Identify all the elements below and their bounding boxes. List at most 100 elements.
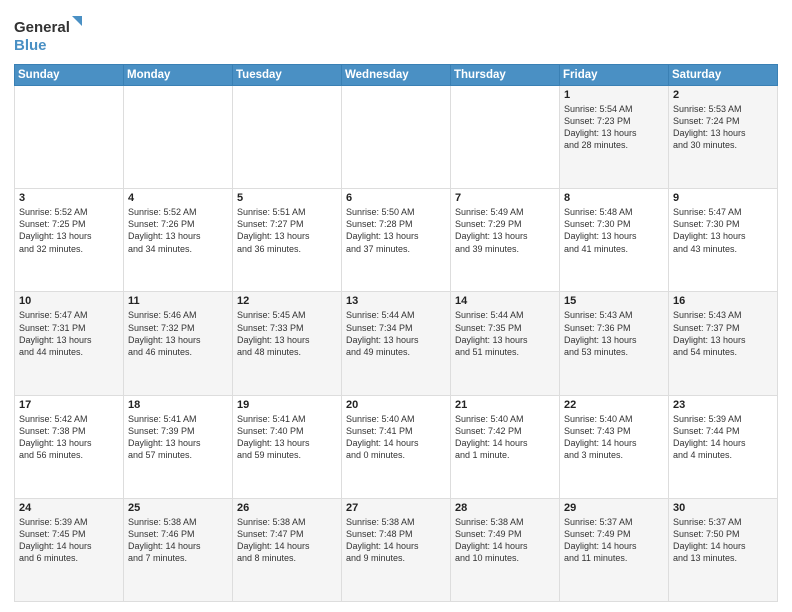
calendar-week-5: 24Sunrise: 5:39 AM Sunset: 7:45 PM Dayli… (15, 498, 778, 601)
day-number: 3 (19, 192, 119, 204)
calendar-cell: 12 Sunrise: 5:45 AM Sunset: 7:33 PM Dayli… (233, 292, 342, 395)
day-detail: Sunrise: 5:49 AM Sunset: 7:29 PM Dayligh… (455, 206, 555, 255)
day-detail: Sunrise: 5:44 AM Sunset: 7:35 PM Dayligh… (455, 309, 555, 358)
svg-text:General: General (14, 19, 70, 36)
logo-svg: General Blue (14, 14, 84, 58)
calendar-cell: 5 Sunrise: 5:51 AM Sunset: 7:27 PM Daylig… (233, 189, 342, 292)
calendar-cell: 11 Sunrise: 5:46 AM Sunset: 7:32 PM Dayli… (124, 292, 233, 395)
day-detail: Sunrise: 5:43 AM Sunset: 7:36 PM Dayligh… (564, 309, 664, 358)
day-detail: Sunrise: 5:41 AM Sunset: 7:40 PM Dayligh… (237, 413, 337, 462)
day-detail: Sunrise: 5:50 AM Sunset: 7:28 PM Dayligh… (346, 206, 446, 255)
day-number: 5 (237, 192, 337, 204)
day-number: 10 (19, 295, 119, 307)
calendar-cell: 21 Sunrise: 5:40 AM Sunset: 7:42 PM Dayli… (451, 395, 560, 498)
day-number: 13 (346, 295, 446, 307)
day-number: 20 (346, 399, 446, 411)
day-detail: Sunrise: 5:38 AM Sunset: 7:48 PM Dayligh… (346, 516, 446, 565)
calendar-cell: 2 Sunrise: 5:53 AM Sunset: 7:24 PM Daylig… (669, 86, 778, 189)
day-detail: Sunrise: 5:46 AM Sunset: 7:32 PM Dayligh… (128, 309, 228, 358)
calendar-cell: 25 Sunrise: 5:38 AM Sunset: 7:46 PM Dayli… (124, 498, 233, 601)
day-header-sunday: Sunday (15, 65, 124, 86)
calendar-cell: 23Sunrise: 5:39 AM Sunset: 7:44 PM Dayli… (669, 395, 778, 498)
day-number: 6 (346, 192, 446, 204)
calendar-cell: 15 Sunrise: 5:43 AM Sunset: 7:36 PM Dayli… (560, 292, 669, 395)
day-detail: Sunrise: 5:40 AM Sunset: 7:41 PM Dayligh… (346, 413, 446, 462)
day-number: 19 (237, 399, 337, 411)
calendar-cell: 10 Sunrise: 5:47 AM Sunset: 7:31 PM Dayli… (15, 292, 124, 395)
day-header-friday: Friday (560, 65, 669, 86)
day-detail: Sunrise: 5:47 AM Sunset: 7:30 PM Dayligh… (673, 206, 773, 255)
calendar-cell: 29 Sunrise: 5:37 AM Sunset: 7:49 PM Dayli… (560, 498, 669, 601)
calendar-cell: 28 Sunrise: 5:38 AM Sunset: 7:49 PM Dayli… (451, 498, 560, 601)
day-number: 21 (455, 399, 555, 411)
day-number: 26 (237, 502, 337, 514)
day-number: 23 (673, 399, 773, 411)
day-detail: Sunrise: 5:54 AM Sunset: 7:23 PM Dayligh… (564, 103, 664, 152)
day-number: 9 (673, 192, 773, 204)
calendar-cell: 30Sunrise: 5:37 AM Sunset: 7:50 PM Dayli… (669, 498, 778, 601)
day-detail: Sunrise: 5:42 AM Sunset: 7:38 PM Dayligh… (19, 413, 119, 462)
calendar-cell: 17 Sunrise: 5:42 AM Sunset: 7:38 PM Dayli… (15, 395, 124, 498)
calendar-week-2: 3 Sunrise: 5:52 AM Sunset: 7:25 PM Daylig… (15, 189, 778, 292)
day-detail: Sunrise: 5:40 AM Sunset: 7:42 PM Dayligh… (455, 413, 555, 462)
day-number: 15 (564, 295, 664, 307)
calendar-week-3: 10 Sunrise: 5:47 AM Sunset: 7:31 PM Dayli… (15, 292, 778, 395)
calendar-table: SundayMondayTuesdayWednesdayThursdayFrid… (14, 64, 778, 602)
day-number: 25 (128, 502, 228, 514)
day-header-thursday: Thursday (451, 65, 560, 86)
calendar-cell: 19 Sunrise: 5:41 AM Sunset: 7:40 PM Dayli… (233, 395, 342, 498)
day-number: 29 (564, 502, 664, 514)
page-header: General Blue (14, 10, 778, 58)
calendar-cell: 14 Sunrise: 5:44 AM Sunset: 7:35 PM Dayli… (451, 292, 560, 395)
day-detail: Sunrise: 5:52 AM Sunset: 7:26 PM Dayligh… (128, 206, 228, 255)
day-header-tuesday: Tuesday (233, 65, 342, 86)
day-detail: Sunrise: 5:43 AM Sunset: 7:37 PM Dayligh… (673, 309, 773, 358)
calendar-cell: 1Sunrise: 5:54 AM Sunset: 7:23 PM Daylig… (560, 86, 669, 189)
calendar-cell: 9 Sunrise: 5:47 AM Sunset: 7:30 PM Daylig… (669, 189, 778, 292)
calendar-cell: 7 Sunrise: 5:49 AM Sunset: 7:29 PM Daylig… (451, 189, 560, 292)
calendar-cell (124, 86, 233, 189)
day-detail: Sunrise: 5:41 AM Sunset: 7:39 PM Dayligh… (128, 413, 228, 462)
day-detail: Sunrise: 5:40 AM Sunset: 7:43 PM Dayligh… (564, 413, 664, 462)
day-number: 22 (564, 399, 664, 411)
day-detail: Sunrise: 5:51 AM Sunset: 7:27 PM Dayligh… (237, 206, 337, 255)
logo: General Blue (14, 14, 84, 58)
day-number: 8 (564, 192, 664, 204)
svg-text:Blue: Blue (14, 37, 47, 54)
day-number: 2 (673, 89, 773, 101)
calendar-cell (451, 86, 560, 189)
calendar-cell: 27 Sunrise: 5:38 AM Sunset: 7:48 PM Dayli… (342, 498, 451, 601)
day-detail: Sunrise: 5:38 AM Sunset: 7:49 PM Dayligh… (455, 516, 555, 565)
calendar-cell: 18Sunrise: 5:41 AM Sunset: 7:39 PM Dayli… (124, 395, 233, 498)
calendar-cell: 16Sunrise: 5:43 AM Sunset: 7:37 PM Dayli… (669, 292, 778, 395)
day-header-wednesday: Wednesday (342, 65, 451, 86)
day-detail: Sunrise: 5:48 AM Sunset: 7:30 PM Dayligh… (564, 206, 664, 255)
day-number: 17 (19, 399, 119, 411)
day-detail: Sunrise: 5:37 AM Sunset: 7:49 PM Dayligh… (564, 516, 664, 565)
calendar-header-row: SundayMondayTuesdayWednesdayThursdayFrid… (15, 65, 778, 86)
day-number: 24 (19, 502, 119, 514)
calendar-cell: 8 Sunrise: 5:48 AM Sunset: 7:30 PM Daylig… (560, 189, 669, 292)
day-number: 12 (237, 295, 337, 307)
day-detail: Sunrise: 5:38 AM Sunset: 7:47 PM Dayligh… (237, 516, 337, 565)
day-detail: Sunrise: 5:47 AM Sunset: 7:31 PM Dayligh… (19, 309, 119, 358)
day-detail: Sunrise: 5:45 AM Sunset: 7:33 PM Dayligh… (237, 309, 337, 358)
day-number: 11 (128, 295, 228, 307)
day-header-monday: Monday (124, 65, 233, 86)
day-number: 30 (673, 502, 773, 514)
day-number: 7 (455, 192, 555, 204)
calendar-cell: 6 Sunrise: 5:50 AM Sunset: 7:28 PM Daylig… (342, 189, 451, 292)
day-number: 27 (346, 502, 446, 514)
day-detail: Sunrise: 5:53 AM Sunset: 7:24 PM Dayligh… (673, 103, 773, 152)
calendar-cell: 3 Sunrise: 5:52 AM Sunset: 7:25 PM Daylig… (15, 189, 124, 292)
calendar-cell: 20 Sunrise: 5:40 AM Sunset: 7:41 PM Dayli… (342, 395, 451, 498)
day-detail: Sunrise: 5:52 AM Sunset: 7:25 PM Dayligh… (19, 206, 119, 255)
calendar-cell: 13Sunrise: 5:44 AM Sunset: 7:34 PM Dayli… (342, 292, 451, 395)
calendar-week-1: 1Sunrise: 5:54 AM Sunset: 7:23 PM Daylig… (15, 86, 778, 189)
day-number: 28 (455, 502, 555, 514)
calendar-week-4: 17 Sunrise: 5:42 AM Sunset: 7:38 PM Dayli… (15, 395, 778, 498)
day-detail: Sunrise: 5:38 AM Sunset: 7:46 PM Dayligh… (128, 516, 228, 565)
day-number: 14 (455, 295, 555, 307)
calendar-cell: 4Sunrise: 5:52 AM Sunset: 7:26 PM Daylig… (124, 189, 233, 292)
calendar-cell (15, 86, 124, 189)
